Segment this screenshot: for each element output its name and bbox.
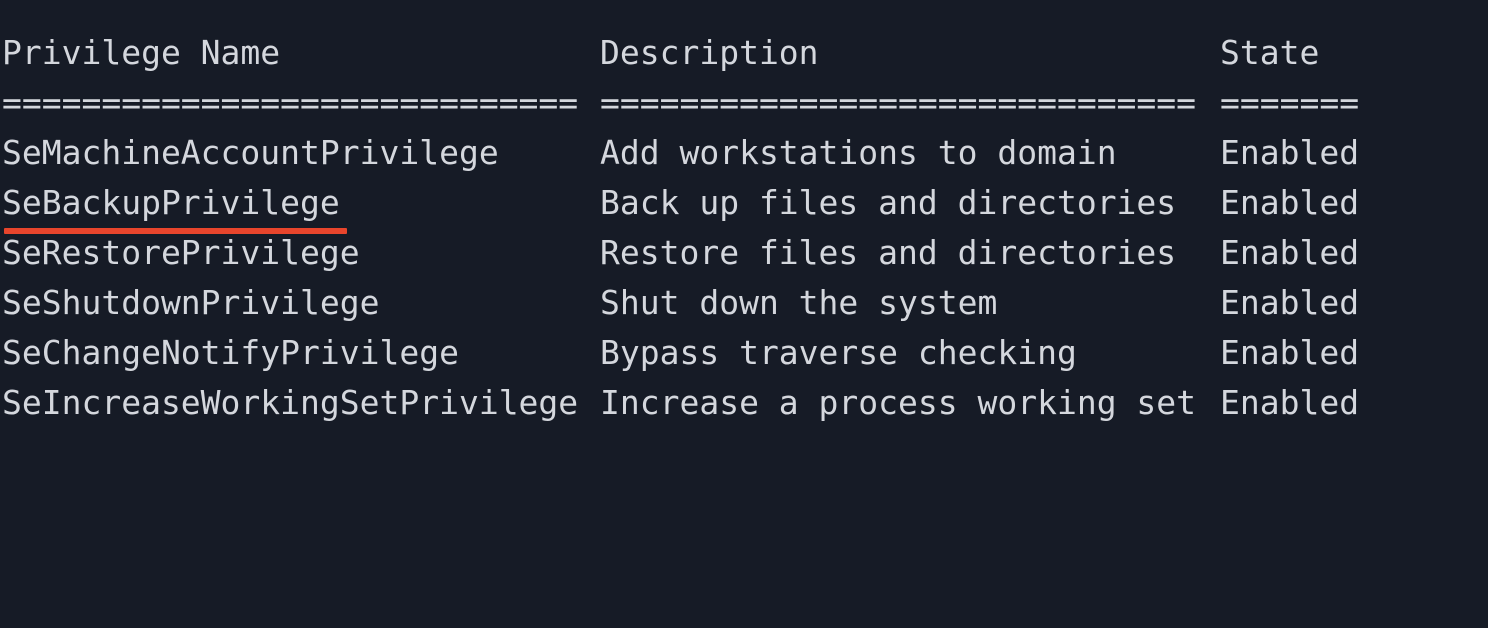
- privilege-state: Enabled: [1220, 333, 1360, 372]
- table-row: SeRestorePrivilege Restore files and dir…: [2, 228, 1488, 278]
- separator-state: =======: [1220, 83, 1360, 122]
- privilege-description: Bypass traverse checking: [600, 333, 1077, 372]
- separator-name: =============================: [2, 83, 579, 122]
- table-separator-row: ============================= ==========…: [2, 78, 1488, 128]
- privilege-state: Enabled: [1220, 383, 1360, 422]
- table-row: SeChangeNotifyPrivilege Bypass traverse …: [2, 328, 1488, 378]
- table-row: SeBackupPrivilege Back up files and dire…: [2, 178, 1488, 228]
- privilege-description: Shut down the system: [600, 283, 998, 322]
- privilege-name: SeRestorePrivilege: [2, 233, 360, 272]
- privilege-description: Restore files and directories: [600, 233, 1177, 272]
- privilege-name: SeBackupPrivilege: [2, 183, 340, 222]
- privilege-state: Enabled: [1220, 183, 1360, 222]
- privilege-description: Add workstations to domain: [600, 133, 1117, 172]
- table-header-row: Privilege Name Description State: [2, 28, 1488, 78]
- header-description: Description: [600, 33, 819, 72]
- privilege-name: SeMachineAccountPrivilege: [2, 133, 499, 172]
- privilege-state: Enabled: [1220, 133, 1360, 172]
- table-row: SeShutdownPrivilege Shut down the system…: [2, 278, 1488, 328]
- separator-description: ==============================: [600, 83, 1197, 122]
- privilege-state: Enabled: [1220, 283, 1360, 322]
- table-row: SeIncreaseWorkingSetPrivilege Increase a…: [2, 378, 1488, 428]
- privilege-description: Increase a process working set: [600, 383, 1197, 422]
- highlight-underline: [4, 228, 347, 234]
- header-privilege-name: Privilege Name: [2, 33, 281, 72]
- privilege-state: Enabled: [1220, 233, 1360, 272]
- terminal-output: Privilege Name Description State =======…: [2, 28, 1488, 466]
- header-state: State: [1220, 33, 1320, 72]
- privilege-description: Back up files and directories: [600, 183, 1177, 222]
- privilege-name: SeIncreaseWorkingSetPrivilege: [2, 383, 579, 422]
- privilege-name: SeShutdownPrivilege: [2, 283, 380, 322]
- privilege-name: SeChangeNotifyPrivilege: [2, 333, 459, 372]
- table-row: SeMachineAccountPrivilege Add workstatio…: [2, 128, 1488, 178]
